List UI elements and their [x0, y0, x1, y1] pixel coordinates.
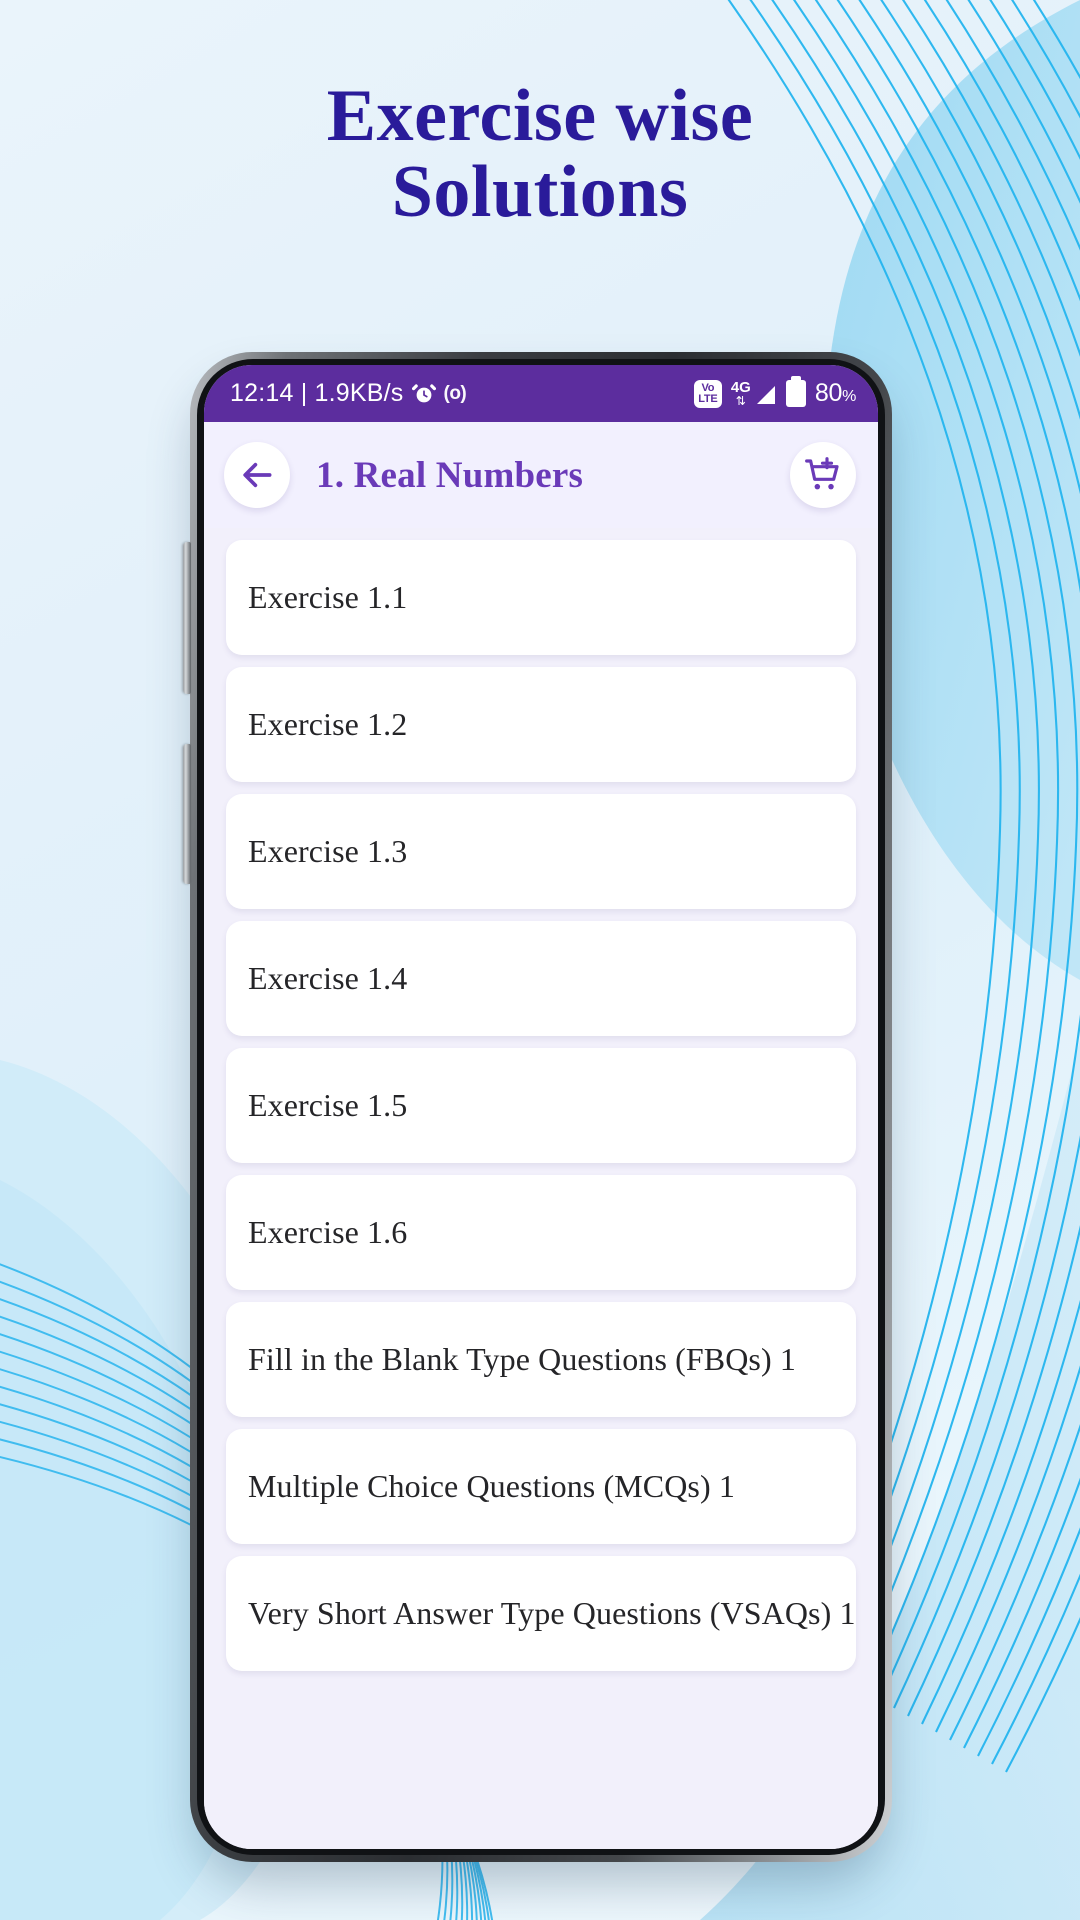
percent-symbol: % — [842, 388, 856, 405]
headline-line-2: Solutions — [391, 151, 689, 234]
network-type-label: 4G — [730, 379, 751, 396]
battery-icon — [785, 376, 806, 407]
list-item-label: Exercise 1.4 — [248, 960, 408, 996]
list-item[interactable]: Exercise 1.6 — [226, 1175, 856, 1290]
battery-level-value: 80 — [814, 379, 843, 407]
list-item[interactable]: Multiple Choice Questions (MCQs) 1 — [226, 1429, 856, 1544]
arrow-left-icon — [243, 462, 272, 488]
battery-percentage: 80% — [815, 379, 856, 408]
list-item-label: Exercise 1.5 — [248, 1087, 408, 1123]
page-title: 1. Real Numbers — [316, 454, 584, 496]
power-button[interactable] — [183, 744, 191, 884]
mobile-signal-icon: 4G ⇅ — [731, 380, 777, 407]
volte-label-bottom: LTE — [698, 392, 718, 405]
volte-icon: Vo LTE — [693, 379, 722, 408]
volte-label-top: Vo — [701, 381, 715, 394]
alarm-clock-icon — [411, 383, 436, 402]
list-item[interactable]: Very Short Answer Type Questions (VSAQs)… — [226, 1556, 856, 1671]
promo-headline: Exercise wise Solutions — [0, 75, 1080, 234]
phone-mockup: 12:14 | 1.9KB/s (o) Vo LTE 4G ⇅ 80% 1. R… — [183, 352, 892, 1862]
list-item-label: Exercise 1.6 — [248, 1214, 408, 1250]
list-item-label: Exercise 1.1 — [248, 579, 408, 615]
vibrate-mode-icon: (o) — [443, 382, 467, 404]
data-transfer-arrows-icon: ⇅ — [735, 394, 746, 408]
app-bar: 1. Real Numbers — [204, 422, 878, 528]
list-item[interactable]: Fill in the Blank Type Questions (FBQs) … — [226, 1302, 856, 1417]
list-item-label: Very Short Answer Type Questions (VSAQs)… — [248, 1595, 856, 1631]
add-to-cart-button[interactable] — [790, 442, 856, 508]
list-item[interactable]: Exercise 1.4 — [226, 921, 856, 1036]
status-bar: 12:14 | 1.9KB/s (o) Vo LTE 4G ⇅ 80% — [204, 365, 878, 422]
status-bar-left: 12:14 | 1.9KB/s (o) — [230, 379, 694, 408]
list-item-label: Fill in the Blank Type Questions (FBQs) … — [248, 1341, 796, 1377]
list-item[interactable]: Exercise 1.3 — [226, 794, 856, 909]
list-item-label: Exercise 1.2 — [248, 706, 408, 742]
signal-bars-icon — [756, 386, 775, 404]
phone-screen: 12:14 | 1.9KB/s (o) Vo LTE 4G ⇅ 80% 1. R… — [204, 365, 878, 1849]
status-bar-right: Vo LTE 4G ⇅ 80% — [693, 376, 856, 408]
back-button[interactable] — [224, 442, 290, 508]
list-item[interactable]: Exercise 1.5 — [226, 1048, 856, 1163]
add-to-cart-icon — [805, 457, 839, 490]
exercise-list[interactable]: Exercise 1.1 Exercise 1.2 Exercise 1.3 Exer… — [204, 528, 878, 1849]
headline-line-1: Exercise wise — [326, 75, 754, 157]
list-item[interactable]: Exercise 1.2 — [226, 667, 856, 782]
status-time-and-network-speed: 12:14 | 1.9KB/s — [230, 379, 404, 407]
volume-button[interactable] — [183, 542, 191, 694]
list-item-label: Multiple Choice Questions (MCQs) 1 — [248, 1468, 735, 1504]
list-item-label: Exercise 1.3 — [248, 833, 408, 869]
list-item[interactable]: Exercise 1.1 — [226, 540, 856, 655]
